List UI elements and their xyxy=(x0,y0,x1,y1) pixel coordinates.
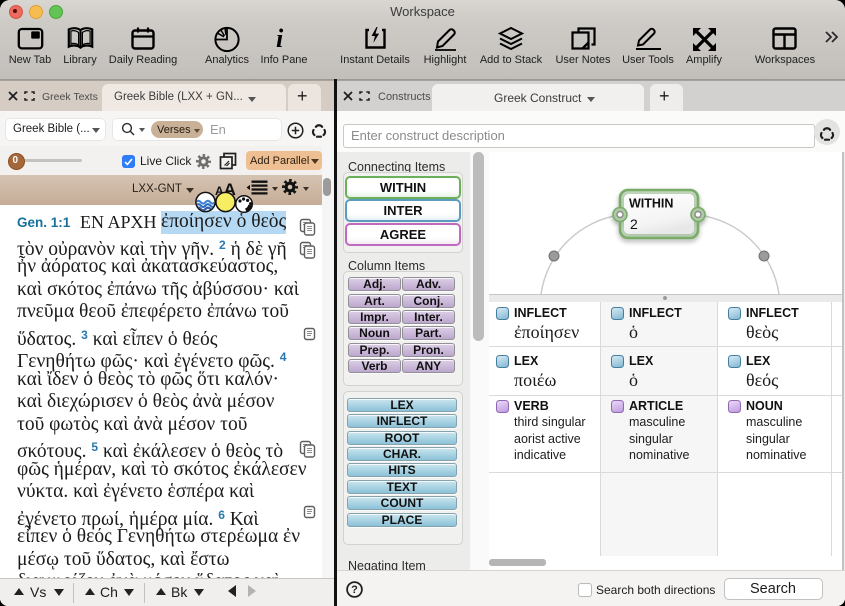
svg-text:2: 2 xyxy=(630,216,638,232)
svg-text:?: ? xyxy=(351,584,358,596)
svg-text:WITHIN: WITHIN xyxy=(629,197,673,211)
